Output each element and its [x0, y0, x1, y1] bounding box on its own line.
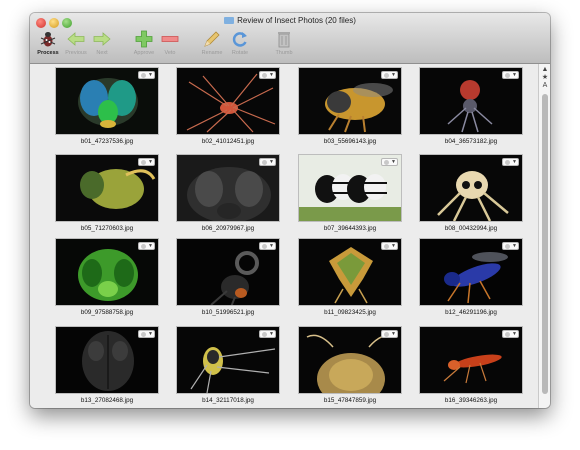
photo-thumbnail[interactable]: ▼ — [55, 238, 159, 306]
arrow-right-icon — [84, 29, 120, 49]
photo-thumbnail[interactable]: ▼ — [298, 67, 402, 135]
photo-thumbnail[interactable]: ▼ — [55, 67, 159, 135]
minus-icon — [152, 29, 188, 49]
photo-filename: b13_27082468.jpg — [80, 397, 134, 404]
next-label: Next — [96, 50, 108, 56]
photo-filename: b14_32117018.jpg — [202, 397, 254, 404]
rating-marker[interactable]: ▼ — [381, 71, 398, 79]
photo-thumbnail[interactable]: ▼ — [55, 154, 159, 222]
veto-button[interactable]: Veto — [152, 29, 188, 56]
trash-icon — [266, 29, 302, 49]
photo-thumbnail[interactable]: ▼ — [176, 326, 280, 394]
rating-marker[interactable]: ▼ — [138, 242, 155, 250]
size-small-button[interactable]: ▲ — [540, 66, 550, 74]
rating-marker[interactable]: ▼ — [502, 158, 519, 166]
size-large-button[interactable]: A — [540, 82, 550, 90]
photo-filename: b11_09823425.jpg — [324, 309, 376, 316]
photo-filename: b16_39346263.jpg — [444, 397, 498, 404]
window-title-container: Review of Insect Photos (20 files) — [30, 16, 550, 25]
photo-thumbnail[interactable]: ▼ — [298, 238, 402, 306]
photo-thumbnail[interactable]: ▼ — [176, 238, 280, 306]
rotate-icon — [222, 29, 258, 49]
folder-icon — [224, 17, 235, 24]
photo-filename: b15_47847859.jpg — [323, 397, 377, 404]
thumb-button[interactable]: Thumb — [266, 29, 302, 56]
rating-marker[interactable]: ▼ — [502, 71, 519, 79]
size-medium-button[interactable]: ★ — [540, 74, 550, 82]
rating-marker[interactable]: ▼ — [259, 242, 276, 250]
photo-filename: b02_41012451.jpg — [201, 138, 255, 145]
photo-thumbnail[interactable]: ▼ — [419, 238, 523, 306]
photo-filename: b03_55696143.jpg — [323, 138, 377, 145]
rating-marker[interactable]: ▼ — [138, 330, 155, 338]
scrollbar-thumb[interactable] — [542, 94, 548, 394]
photo-filename: b09_97588758.jpg — [80, 309, 134, 316]
rating-marker[interactable]: ▼ — [259, 330, 276, 338]
thumbnail-grid: ▼ b01_47237536.jpg ▼ b02_41012451.jpg ▼ … — [30, 64, 538, 408]
vertical-scrollbar[interactable]: ▲ ★ A — [538, 64, 550, 408]
next-button[interactable]: Next — [84, 29, 120, 56]
rating-marker[interactable]: ▼ — [502, 242, 519, 250]
rating-marker[interactable]: ▼ — [381, 242, 398, 250]
rotate-label: Rotate — [231, 50, 249, 56]
photo-filename: b06_20979967.jpg — [201, 225, 255, 232]
photo-filename: b05_71270603.jpg — [80, 225, 134, 232]
rating-marker[interactable]: ▼ — [138, 71, 155, 79]
photo-filename: b08_00432994.jpg — [444, 225, 498, 232]
photo-filename: b12_46291196.jpg — [445, 309, 497, 316]
photo-filename: b04_36573182.jpg — [444, 138, 498, 145]
veto-label: Veto — [164, 50, 176, 56]
rating-marker[interactable]: ▼ — [138, 158, 155, 166]
thumb-label: Thumb — [275, 50, 293, 56]
photo-thumbnail[interactable]: ▼ — [176, 67, 280, 135]
title-bar: Review of Insect Photos (20 files) Proce… — [30, 13, 550, 64]
rating-marker[interactable]: ▼ — [381, 158, 398, 166]
window-title: Review of Insect Photos (20 files) — [237, 16, 356, 25]
photo-thumbnail[interactable]: ▼ — [419, 67, 523, 135]
rotate-button[interactable]: Rotate — [222, 29, 258, 56]
photo-filename: b01_47237536.jpg — [80, 138, 134, 145]
photo-thumbnail[interactable]: ▼ — [176, 154, 280, 222]
rating-marker[interactable]: ▼ — [381, 330, 398, 338]
rating-marker[interactable]: ▼ — [502, 330, 519, 338]
photo-filename: b07_39644393.jpg — [323, 225, 377, 232]
photo-thumbnail[interactable]: ▼ — [419, 154, 523, 222]
rating-marker[interactable]: ▼ — [259, 71, 276, 79]
photo-thumbnail[interactable]: ▼ — [55, 326, 159, 394]
rating-marker[interactable]: ▼ — [259, 158, 276, 166]
photo-thumbnail[interactable]: ▼ — [298, 154, 402, 222]
app-window: Review of Insect Photos (20 files) Proce… — [30, 13, 550, 408]
photo-thumbnail[interactable]: ▼ — [298, 326, 402, 394]
photo-thumbnail[interactable]: ▼ — [419, 326, 523, 394]
photo-filename: b10_51996521.jpg — [201, 309, 255, 316]
